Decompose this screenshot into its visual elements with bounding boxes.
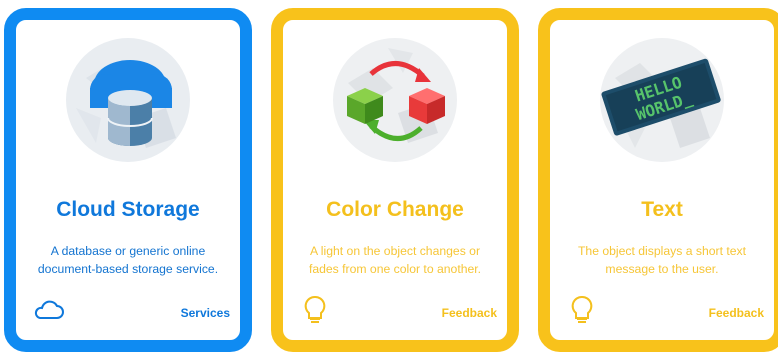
card-description: The object displays a short text message… <box>577 244 746 276</box>
card-title: Text <box>641 198 683 221</box>
card-title: Cloud Storage <box>56 198 200 221</box>
cloud-database-illustration <box>66 38 190 162</box>
category-label: Feedback <box>441 306 497 320</box>
card-title: Color Change <box>326 198 464 221</box>
card-color-change[interactable]: Color Change A light on the object chang… <box>271 8 519 352</box>
color-change-blocks-illustration <box>333 38 457 162</box>
card-cloud-storage[interactable]: Cloud Storage A database or generic onli… <box>4 8 252 352</box>
card-text[interactable]: HELLO WORLD_ Text The object displays a … <box>538 8 778 352</box>
lightbulb-icon <box>571 295 593 323</box>
category-label: Feedback <box>708 306 764 320</box>
card-description: A database or generic online document-ba… <box>37 244 219 276</box>
led-text-display-illustration: HELLO WORLD_ <box>600 38 724 162</box>
cloud-icon <box>34 300 64 319</box>
category-label: Services <box>180 306 230 320</box>
lightbulb-icon <box>304 295 326 323</box>
card-description: A light on the object changes or fades f… <box>308 244 482 276</box>
